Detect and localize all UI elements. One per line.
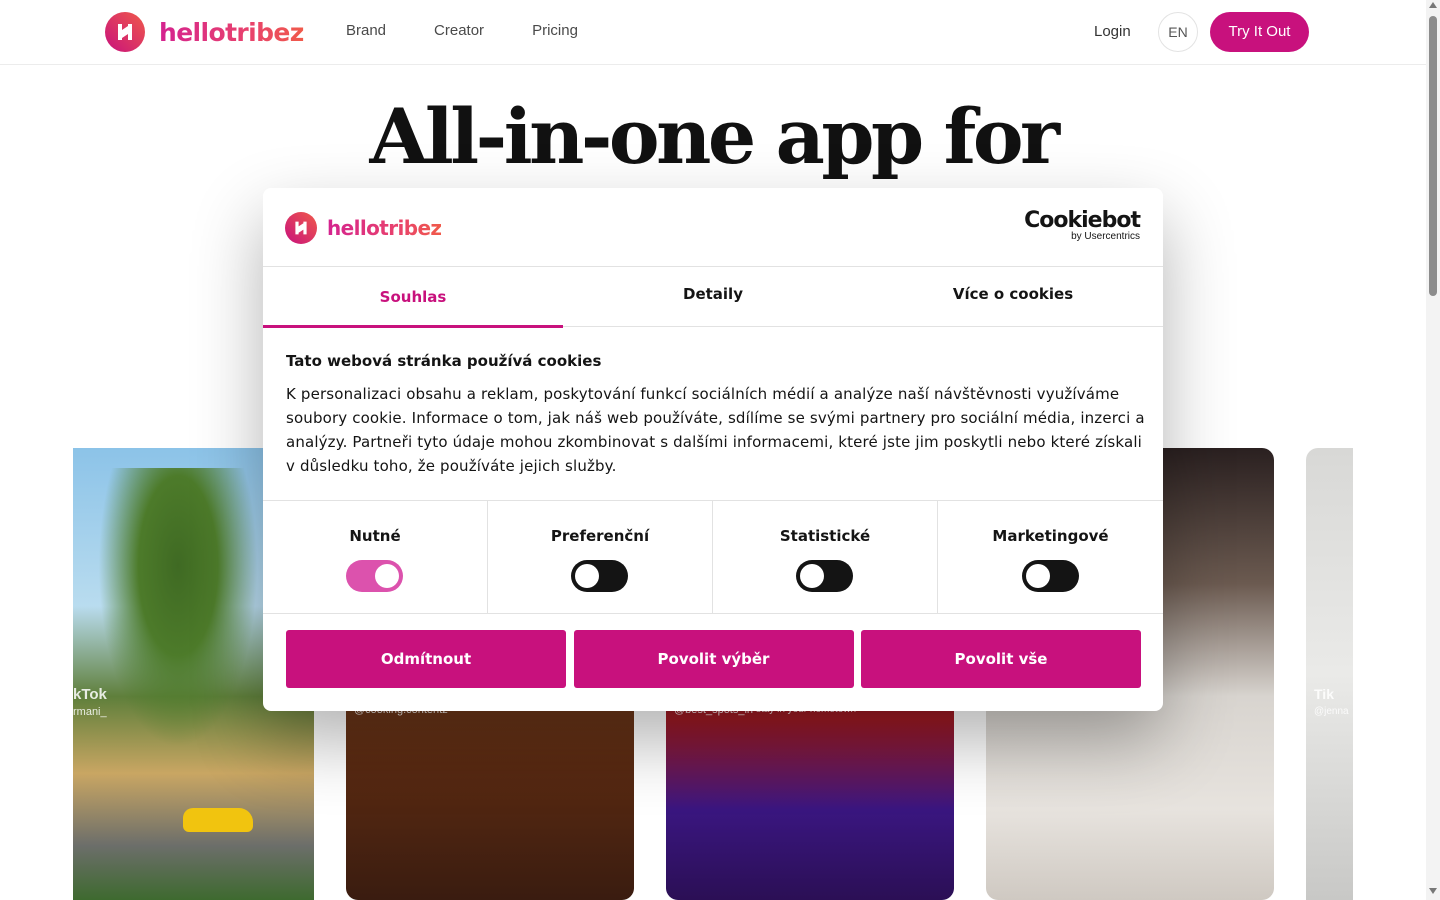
cookie-categories: Nutné Preferenční Statistické Marketingo… — [263, 500, 1163, 614]
toggle-statisticke[interactable] — [796, 560, 853, 592]
brand-logo[interactable]: hellotribez — [105, 12, 304, 52]
toggle-nutne[interactable] — [346, 560, 403, 592]
try-it-out-button[interactable]: Try It Out — [1210, 12, 1309, 52]
main-nav: Brand Creator Pricing — [346, 22, 626, 39]
palm-tree-image — [98, 468, 258, 748]
cookiebot-logo[interactable]: Cookiebot by Usercentrics — [1024, 208, 1141, 242]
cookie-description: K personalizaci obsahu a reklam, poskyto… — [286, 385, 1145, 475]
hellotribez-logo-icon — [105, 12, 145, 52]
hero-title: All-in-one app for — [369, 92, 1060, 181]
tab-detaily[interactable]: Detaily — [563, 267, 863, 327]
cookie-dialog-logo: hellotribez — [285, 212, 442, 244]
card-1-handle: rmani_ — [73, 706, 107, 718]
category-label: Nutné — [349, 527, 401, 545]
category-label: Statistické — [779, 527, 871, 545]
login-link[interactable]: Login — [1094, 23, 1131, 40]
cookie-dialog-body: Tato webová stránka používá cookies K pe… — [286, 352, 1146, 478]
category-statisticke: Statistické — [713, 501, 938, 614]
toggle-preferencni[interactable] — [571, 560, 628, 592]
allow-selection-button[interactable]: Povolit výběr — [573, 630, 854, 688]
cookie-consent-dialog: hellotribez Cookiebot by Usercentrics So… — [263, 188, 1163, 711]
toggle-knob — [375, 564, 399, 588]
nav-pricing[interactable]: Pricing — [532, 22, 578, 39]
cookiebot-name: Cookiebot — [1024, 208, 1141, 233]
category-nutne: Nutné — [263, 501, 488, 614]
brand-name: hellotribez — [159, 17, 304, 47]
reject-button[interactable]: Odmítnout — [286, 630, 566, 688]
toggle-knob — [800, 564, 824, 588]
card-5-handle: @jenna — [1314, 706, 1349, 717]
scrollbar-thumb[interactable] — [1429, 16, 1437, 296]
card-5-name: Tik — [1314, 686, 1334, 702]
cookie-brand-name: hellotribez — [327, 216, 442, 240]
car-image — [183, 808, 253, 832]
toggle-knob — [1025, 564, 1050, 588]
language-switcher[interactable]: EN — [1158, 12, 1198, 52]
site-header: hellotribez Brand Creator Pricing Login … — [0, 0, 1426, 65]
tab-souhlas[interactable]: Souhlas — [263, 267, 563, 328]
cookie-tabs: Souhlas Detaily Více o cookies — [263, 267, 1163, 328]
scroll-down-arrow-icon[interactable] — [1429, 888, 1437, 894]
scroll-up-arrow-icon[interactable] — [1429, 2, 1437, 8]
nav-brand[interactable]: Brand — [346, 22, 386, 39]
category-label: Preferenční — [550, 527, 650, 545]
cookie-title: Tato webová stránka používá cookies — [286, 352, 602, 370]
nav-creator[interactable]: Creator — [434, 22, 484, 39]
video-card-5[interactable]: Tik @jenna — [1306, 448, 1353, 900]
category-label: Marketingové — [992, 527, 1109, 545]
category-preferencni: Preferenční — [488, 501, 713, 614]
cookie-dialog-header: hellotribez Cookiebot by Usercentrics — [263, 188, 1163, 267]
card-1-name: kTok — [73, 686, 107, 703]
toggle-marketingove[interactable] — [1021, 560, 1079, 592]
category-marketingove: Marketingové — [938, 501, 1163, 614]
tab-vice-o-cookies[interactable]: Více o cookies — [863, 267, 1163, 327]
allow-all-button[interactable]: Povolit vše — [861, 630, 1141, 688]
page-scrollbar[interactable] — [1426, 0, 1440, 900]
hellotribez-logo-icon — [285, 212, 317, 244]
cookie-buttons: Odmítnout Povolit výběr Povolit vše — [286, 630, 1141, 688]
toggle-knob — [575, 564, 599, 588]
